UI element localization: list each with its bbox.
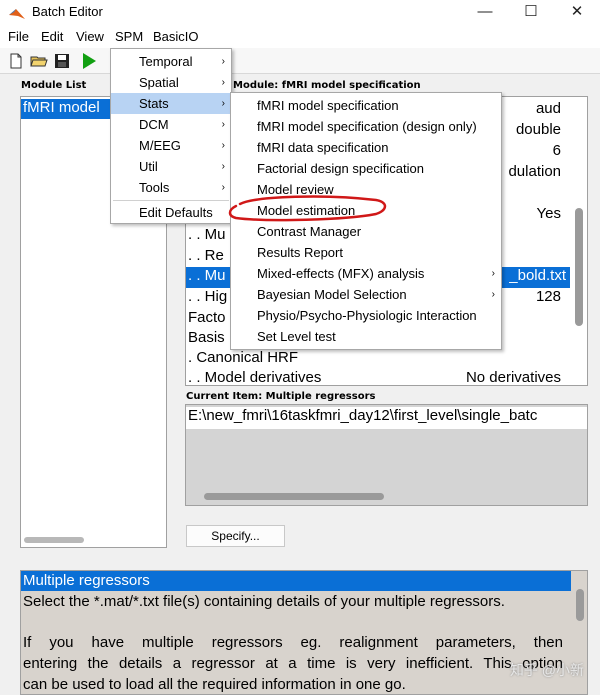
- menu-item-results-report[interactable]: Results Report: [231, 242, 501, 263]
- matlab-logo-icon: [9, 9, 25, 19]
- tree-row-label: . Canonical HRF: [188, 349, 299, 366]
- menu-edit[interactable]: Edit: [41, 29, 63, 44]
- maximize-button[interactable]: ☐: [508, 0, 554, 26]
- toolbar: [0, 48, 600, 74]
- tree-row-value: 128: [535, 288, 561, 305]
- tree-row-label: Facto: [188, 309, 226, 326]
- menu-view[interactable]: View: [76, 29, 104, 44]
- tree-row[interactable]: . Canonical HRF: [188, 349, 584, 370]
- tree-row-label: . . Mu: [188, 267, 226, 284]
- chevron-right-icon: ›: [491, 268, 495, 279]
- tree-row-label: . . Mu: [188, 226, 226, 243]
- tree-value-text: aud: [535, 100, 561, 117]
- tree-row-label: . . Model derivatives: [188, 369, 322, 386]
- menu-item-ppi[interactable]: Physio/Psycho-Physiologic Interaction: [231, 305, 501, 326]
- menu-item-factorial-design-spec[interactable]: Factorial design specification: [231, 158, 501, 179]
- menu-item-mixed-effects[interactable]: Mixed-effects (MFX) analysis ›: [231, 263, 501, 284]
- tree-row-label: . . Hig: [188, 288, 228, 305]
- red-circle-annotation: [228, 195, 387, 222]
- save-disk-icon[interactable]: [52, 51, 72, 71]
- specify-button[interactable]: Specify...: [186, 525, 285, 547]
- tree-row-label: . . Re: [188, 247, 224, 264]
- chevron-right-icon: ›: [221, 140, 225, 151]
- menu-item-stats[interactable]: Stats ›: [111, 93, 231, 114]
- new-file-icon[interactable]: [6, 51, 26, 71]
- help-text-line: If you have multiple regressors eg. real…: [23, 634, 563, 651]
- chevron-right-icon: ›: [491, 289, 495, 300]
- menu-item-dcm[interactable]: DCM ›: [111, 114, 231, 135]
- chevron-right-icon: ›: [221, 119, 225, 130]
- menu-item-edit-defaults[interactable]: Edit Defaults: [111, 202, 231, 223]
- run-play-icon[interactable]: [79, 51, 99, 71]
- window-title: Batch Editor: [32, 4, 103, 19]
- menu-item-spatial[interactable]: Spatial ›: [111, 72, 231, 93]
- tree-value-text: Yes: [536, 205, 561, 222]
- chevron-right-icon: ›: [221, 56, 225, 67]
- current-item-label: Current Item: Multiple regressors: [186, 391, 376, 402]
- menu-spm[interactable]: SPM: [115, 29, 143, 44]
- chevron-right-icon: ›: [221, 182, 225, 193]
- menu-item-meeg[interactable]: M/EEG ›: [111, 135, 231, 156]
- module-panel-label: Module: fMRI model specification: [233, 80, 421, 91]
- help-title: Multiple regressors: [21, 571, 571, 591]
- tree-value-text: double: [515, 121, 561, 138]
- menu-item-bayesian-model-selection[interactable]: Bayesian Model Selection ›: [231, 284, 501, 305]
- module-list-label: Module List: [21, 80, 87, 91]
- current-item-value[interactable]: E:\new_fmri\16taskfmri_day12\first_level…: [186, 407, 587, 429]
- open-folder-icon[interactable]: [29, 51, 49, 71]
- tree-row-value: _bold.txt: [509, 267, 566, 284]
- current-item-scrollbar[interactable]: [204, 493, 384, 500]
- menu-item-temporal[interactable]: Temporal ›: [111, 51, 231, 72]
- menu-item-util[interactable]: Util ›: [111, 156, 231, 177]
- menu-item-tools[interactable]: Tools ›: [111, 177, 231, 198]
- menu-file[interactable]: File: [8, 29, 29, 44]
- menu-item-fmri-model-spec[interactable]: fMRI model specification: [231, 95, 501, 116]
- tree-value-text: dulation: [508, 163, 561, 180]
- spm-menu: Temporal › Spatial › Stats › DCM › M/EEG › Ut…: [110, 48, 232, 224]
- menu-item-fmri-model-spec-design-only[interactable]: fMRI model specification (design only): [231, 116, 501, 137]
- chevron-right-icon: ›: [221, 98, 225, 109]
- help-panel: Multiple regressors Select the *.mat/*.t…: [20, 570, 588, 695]
- watermark: 知乎 @小新: [509, 662, 584, 678]
- chevron-right-icon: ›: [221, 161, 225, 172]
- menu-basicio[interactable]: BasicIO: [153, 29, 199, 44]
- menu-bar: File Edit View SPM BasicIO: [0, 26, 600, 48]
- tree-value-text: 6: [552, 142, 561, 159]
- current-item-box: E:\new_fmri\16taskfmri_day12\first_level…: [185, 404, 588, 506]
- minimize-button[interactable]: —: [462, 0, 508, 26]
- tree-row-value: No derivatives: [465, 369, 561, 386]
- tree-row-label: Basis: [188, 329, 225, 346]
- tree-scrollbar[interactable]: [575, 208, 583, 326]
- help-scrollbar[interactable]: [576, 589, 584, 621]
- help-text-line: can be used to load all the required inf…: [23, 676, 406, 693]
- close-button[interactable]: ✕: [554, 0, 600, 26]
- menu-item-set-level-test[interactable]: Set Level test: [231, 326, 501, 347]
- title-bar: Batch Editor — ☐ ✕: [0, 0, 600, 26]
- menu-separator: [113, 200, 229, 201]
- chevron-right-icon: ›: [221, 77, 225, 88]
- menu-item-fmri-data-spec[interactable]: fMRI data specification: [231, 137, 501, 158]
- module-list-scrollbar[interactable]: [24, 537, 84, 543]
- help-text-line: entering the details a regressor at a ti…: [23, 655, 563, 672]
- help-text-line: Select the *.mat/*.txt file(s) containin…: [23, 593, 505, 610]
